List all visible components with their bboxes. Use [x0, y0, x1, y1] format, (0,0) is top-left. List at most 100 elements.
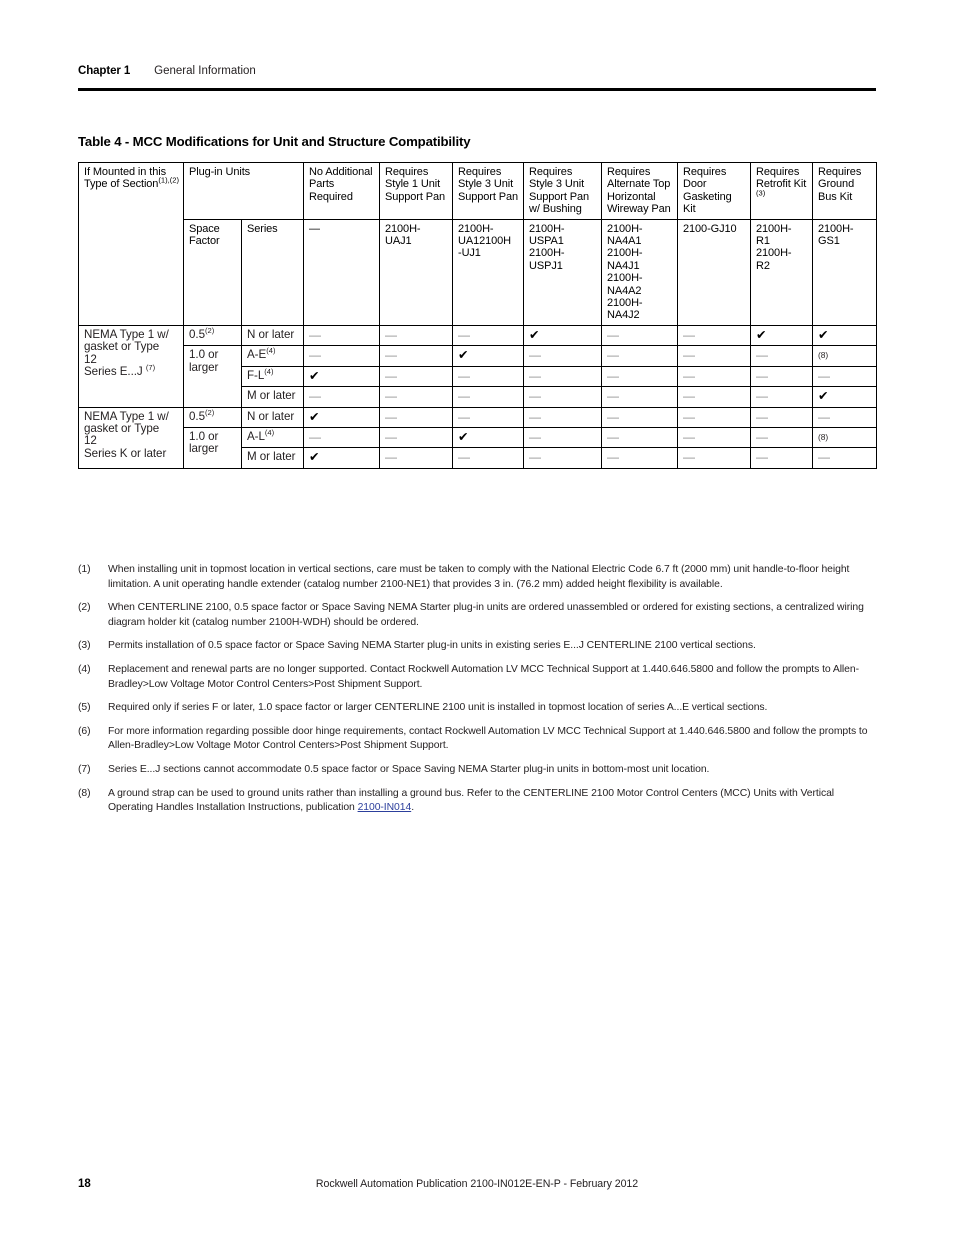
publication-link[interactable]: 2100-IN014 — [358, 802, 412, 813]
part-number-cell-7: 2100H- GS1 — [812, 218, 877, 326]
compat-cell: — — [677, 386, 751, 408]
dash-marker: — — [818, 450, 830, 465]
compat-cell: — — [601, 365, 678, 388]
compat-cell: — — [379, 447, 453, 469]
compat-cell: — — [303, 426, 380, 449]
dash-marker: — — [458, 389, 470, 404]
header-section-type-label: If Mounted in this Type of Section — [84, 166, 166, 191]
table-body: NEMA Type 1 w/gasket or Type 12 Series E..… — [78, 324, 877, 469]
compat-cell: — — [523, 365, 602, 388]
part-number-cell-2: 2100H- UA12100H -UJ1 — [452, 218, 524, 326]
dash-marker: — — [529, 409, 541, 424]
dash-marker: — — [683, 429, 695, 444]
check-icon: ✔ — [818, 389, 829, 404]
compat-cell: — — [750, 386, 813, 408]
part-number-cell-5: 2100-GJ10 — [677, 218, 751, 326]
dash-marker: — — [385, 450, 397, 465]
compat-cell: ✔ — [303, 365, 380, 388]
dash-marker: — — [529, 389, 541, 404]
part-number-cell-1: 2100H- UAJ1 — [379, 218, 453, 326]
compat-cell: — — [452, 365, 524, 388]
footnote-text: Required only if series F or later, 1.0 … — [108, 702, 768, 714]
header-series: Series — [241, 218, 304, 326]
compat-cell: ✔ — [523, 324, 602, 347]
footnote-text: When CENTERLINE 2100, 0.5 space factor o… — [108, 602, 864, 628]
header-col-0: No Additional Parts Required — [303, 162, 380, 220]
footnote-text: Replacement and renewal parts are no lon… — [108, 663, 859, 690]
dash-marker: — — [683, 327, 695, 342]
compatibility-table: If Mounted in this Type of Section(1),(2… — [78, 162, 877, 469]
part-number-cell-4: 2100H- NA4A1 2100H- NA4J1 2100H- NA4A2 2100H- N… — [601, 218, 678, 326]
header-col-2: Requires Style 3 Unit Support Pan — [452, 162, 524, 220]
compat-cell: — — [750, 426, 813, 449]
footnote-text: Series E...J sections cannot accommodate… — [108, 763, 710, 775]
dash-marker: — — [458, 409, 470, 424]
compat-cell: ✔ — [303, 447, 380, 469]
header-col-4: Requires Alternate Top Horizontal Wirewa… — [601, 162, 678, 220]
series-cell: N or later — [241, 406, 304, 428]
footnote-5: (5) Required only if series F or later, 1… — [78, 701, 878, 716]
table-row: NEMA Type 1 w/gasket or Type 12 Series K o… — [78, 406, 877, 469]
dash-marker: — — [683, 348, 695, 363]
compat-cell: ✔ — [452, 426, 524, 449]
table-row: NEMA Type 1 w/gasket or Type 12 Series E..… — [78, 324, 877, 408]
dash-marker: — — [309, 327, 321, 342]
check-icon: ✔ — [458, 348, 469, 363]
compat-cell: ✔ — [303, 406, 380, 428]
dash-marker: — — [756, 450, 768, 465]
dash-marker: — — [385, 409, 397, 424]
compat-cell: — — [379, 365, 453, 388]
dash-marker: — — [529, 368, 541, 383]
dash-marker: — — [385, 368, 397, 383]
footnote-number: (2) — [78, 602, 91, 614]
footnote-number: (7) — [78, 763, 91, 775]
series-cell: A-E(4) — [241, 345, 304, 367]
footnote-2: (2) When CENTERLINE 2100, 0.5 space facto… — [78, 601, 878, 630]
check-icon: ✔ — [309, 409, 320, 424]
space-factor-cell: 0.5(2) — [183, 406, 242, 428]
series-cell: M or later — [241, 447, 304, 469]
compat-cell: — — [601, 406, 678, 428]
compat-cell: — — [601, 386, 678, 408]
compat-cell: — — [601, 345, 678, 367]
publication-footer: Rockwell Automation Publication 2100-IN0… — [315, 1178, 639, 1190]
dash-marker: — — [385, 389, 397, 404]
part-number-cell-3: 2100H- USPA1 2100H- USPJ1 — [523, 218, 602, 326]
document-page: Chapter 1 General Information Table 4 - M… — [0, 0, 954, 1235]
footnote-6: (6) For more information regarding possib… — [78, 725, 878, 754]
footnote-text: When installing unit in topmost location… — [108, 564, 850, 590]
compat-cell: ✔ — [812, 324, 877, 347]
part-number-cell-6: 2100H- R1 2100H- R2 — [750, 218, 813, 326]
dash-marker: — — [309, 389, 321, 404]
compat-cell: — — [452, 386, 524, 408]
table-head: If Mounted in this Type of Section(1),(2… — [78, 162, 877, 326]
compat-cell: — — [379, 345, 453, 367]
compat-cell: — — [677, 447, 751, 469]
dash-marker: — — [683, 450, 695, 465]
dash-marker: — — [458, 327, 470, 342]
compat-cell: ✔ — [812, 386, 877, 408]
series-cell: M or later — [241, 386, 304, 408]
footnote-number: (6) — [78, 725, 91, 737]
footnote-7: (7) Series E...J sections cannot accommod… — [78, 763, 878, 778]
dash-marker: — — [607, 327, 619, 342]
dash-marker: — — [683, 368, 695, 383]
compat-cell: ✔ — [452, 345, 524, 367]
table-row: 1.0 or larger A-L(4) — — ✔ — — — — (8) — [79, 426, 877, 469]
space-factor-cell: 1.0 or larger — [183, 345, 242, 408]
header-col-7: Requires Ground Bus Kit — [812, 162, 877, 220]
header-section-type: If Mounted in this Type of Section(1),(2… — [78, 162, 184, 326]
footnote-number: (8) — [78, 787, 91, 799]
compat-cell: — — [677, 406, 751, 428]
dash-marker: — — [756, 368, 768, 383]
compat-cell: — — [677, 324, 751, 347]
space-factor-cell: 1.0 or larger — [183, 426, 242, 469]
part-number-cell-0: — — [303, 218, 380, 326]
series-cell: A-L(4) — [241, 426, 304, 449]
compat-cell: — — [601, 447, 678, 469]
dash-marker: — — [607, 368, 619, 383]
compat-cell: — — [523, 406, 602, 428]
section-type-cell-1: NEMA Type 1 w/gasket or Type 12 Series K o… — [78, 406, 184, 469]
compat-cell: — — [812, 365, 877, 388]
compat-cell: — — [452, 447, 524, 469]
